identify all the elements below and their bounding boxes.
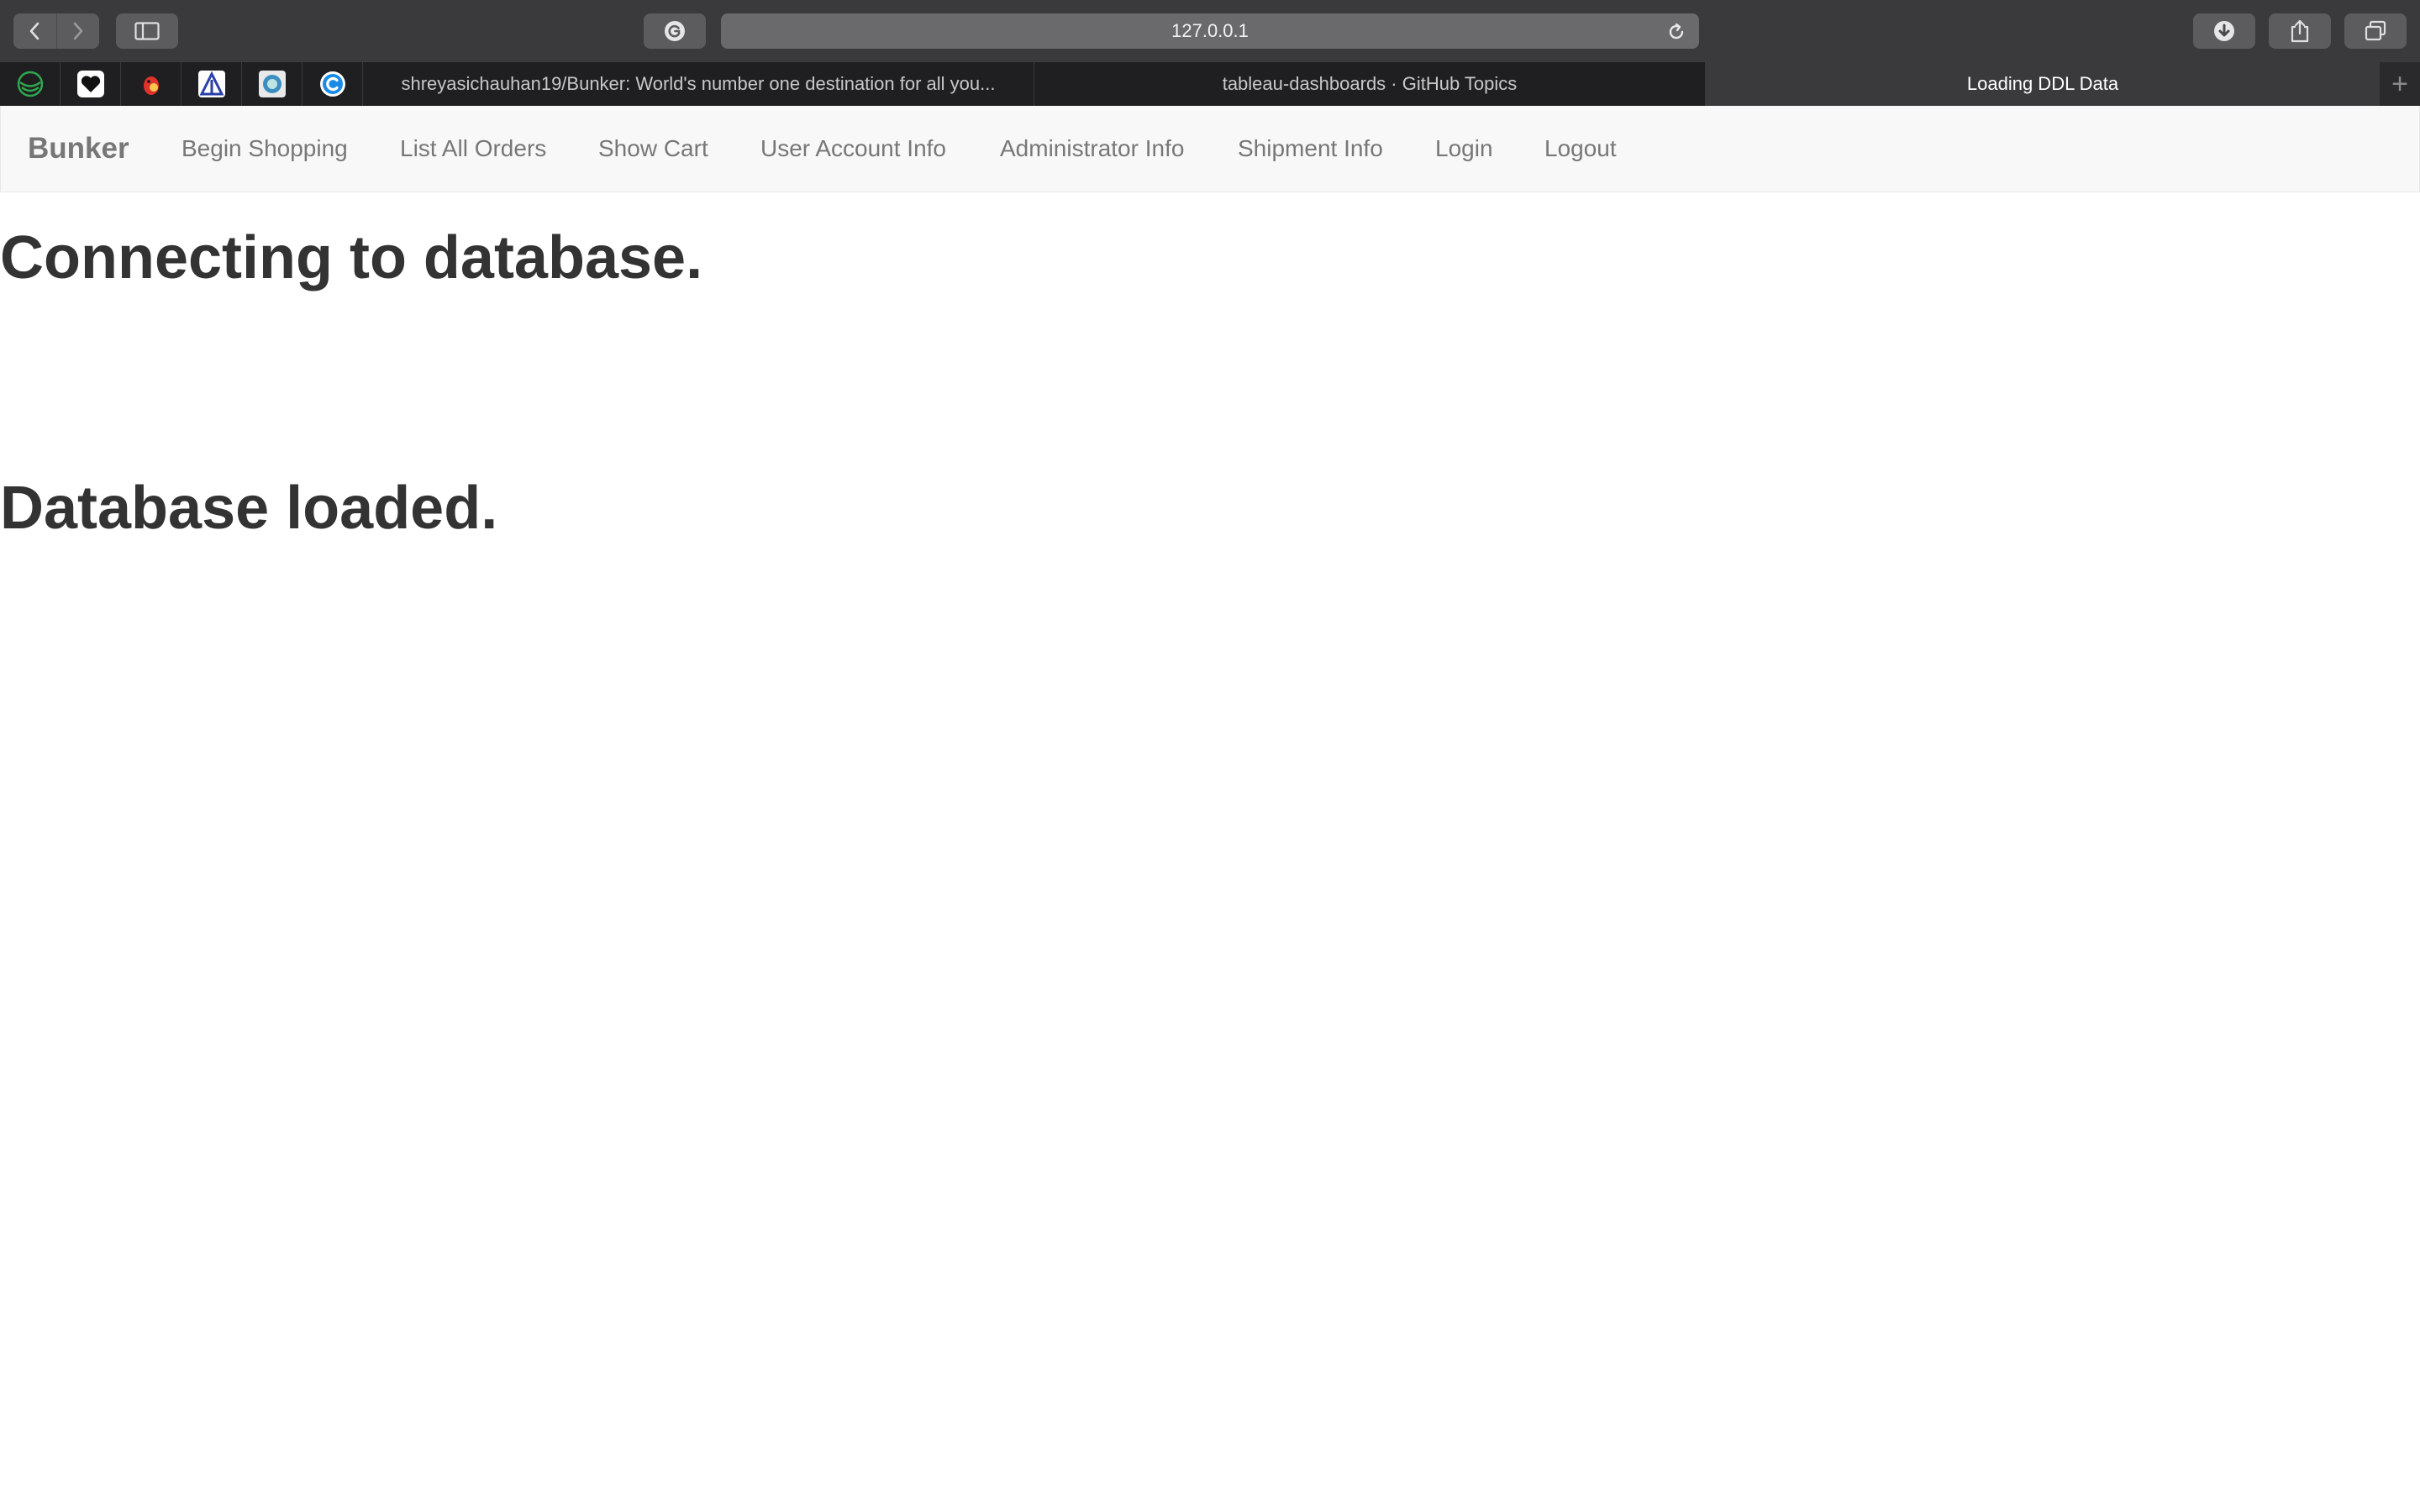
red-bird-icon: [143, 76, 159, 95]
tab-overview-icon: [2365, 20, 2386, 41]
brand-link[interactable]: Bunker: [28, 106, 129, 192]
extension-button[interactable]: [644, 13, 706, 49]
chevron-right-icon: [73, 22, 83, 40]
history-nav: [13, 13, 99, 49]
new-tab-button[interactable]: +: [2380, 62, 2420, 106]
tab-title: shreyasichauhan19/Bunker: World's number…: [401, 73, 996, 94]
blue-c-icon: [319, 71, 345, 97]
download-icon: [2214, 21, 2234, 41]
share-button[interactable]: [2269, 13, 2331, 49]
loaded-heading: Database loaded.: [0, 475, 498, 542]
pinned-tab-2[interactable]: [60, 62, 121, 106]
nav-list-all-orders[interactable]: List All Orders: [400, 106, 546, 192]
pinned-tab-6[interactable]: [302, 62, 363, 106]
address-bar[interactable]: 127.0.0.1: [721, 13, 1699, 49]
tab-loading-ddl-data[interactable]: Loading DDL Data: [1706, 62, 2381, 106]
nav-login[interactable]: Login: [1435, 106, 1493, 192]
nav-user-account-info[interactable]: User Account Info: [760, 106, 946, 192]
site-navbar: Bunker Begin Shopping List All Orders Sh…: [0, 106, 2420, 192]
green-globe-icon: [17, 71, 43, 97]
reload-icon[interactable]: [1665, 21, 1687, 43]
tab-bunker-repo[interactable]: shreyasichauhan19/Bunker: World's number…: [363, 62, 1034, 106]
share-icon: [2291, 19, 2309, 43]
nav-show-cart[interactable]: Show Cart: [598, 106, 708, 192]
pinned-tab-4[interactable]: [182, 62, 242, 106]
sidebar-button[interactable]: [116, 13, 178, 49]
tab-title: Loading DDL Data: [1966, 73, 2119, 94]
pinned-tab-5[interactable]: [242, 62, 302, 106]
tab-tableau-dashboards[interactable]: tableau-dashboards · GitHub Topics: [1034, 62, 1706, 106]
connecting-heading: Connecting to database.: [0, 224, 703, 291]
nav-shipment-info[interactable]: Shipment Info: [1238, 106, 1383, 192]
plus-icon: +: [2391, 67, 2408, 100]
teal-circle-icon: [258, 71, 286, 97]
nav-logout[interactable]: Logout: [1544, 106, 1617, 192]
browser-toolbar: 127.0.0.1: [0, 0, 2420, 63]
url-text: 127.0.0.1: [1171, 20, 1249, 41]
tab-title: tableau-dashboards · GitHub Topics: [1222, 73, 1518, 94]
tab-overview-button[interactable]: [2344, 13, 2407, 49]
downloads-button[interactable]: [2193, 13, 2255, 49]
grammarly-icon: [665, 21, 685, 41]
black-heart-icon: [76, 71, 104, 97]
chevron-left-icon: [29, 22, 39, 40]
nav-begin-shopping[interactable]: Begin Shopping: [182, 106, 348, 192]
forward-button[interactable]: [55, 13, 100, 49]
tab-bar: shreyasichauhan19/Bunker: World's number…: [0, 62, 2420, 106]
pinned-tab-1[interactable]: [0, 62, 60, 106]
nav-administrator-info[interactable]: Administrator Info: [1000, 106, 1184, 192]
back-button[interactable]: [13, 13, 56, 49]
sidebar-icon: [134, 22, 160, 40]
blue-triangle-icon: [197, 71, 225, 97]
pinned-tab-3[interactable]: [121, 62, 182, 106]
